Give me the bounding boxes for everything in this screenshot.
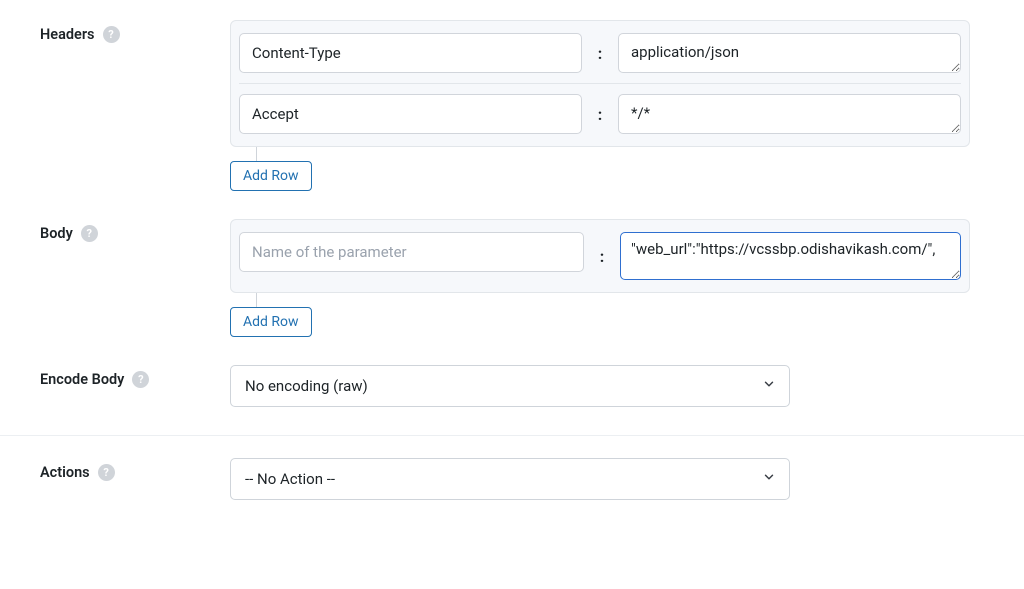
- add-body-row-button[interactable]: Add Row: [230, 307, 312, 337]
- headers-label: Headers: [40, 26, 95, 43]
- encode-body-section: Encode Body ? No encoding (raw): [40, 365, 984, 407]
- actions-field-col: -- No Action --: [230, 458, 970, 500]
- body-label: Body: [40, 225, 73, 242]
- help-icon[interactable]: ?: [81, 225, 98, 242]
- header-key-input[interactable]: [239, 33, 582, 73]
- header-row: : application/json: [239, 29, 961, 77]
- body-field-col: : "web_url":"https://vcssbp.odishavikash…: [230, 219, 970, 337]
- encode-body-select[interactable]: No encoding (raw): [230, 365, 790, 407]
- add-header-row-button[interactable]: Add Row: [230, 161, 312, 191]
- headers-panel: : application/json : */*: [230, 20, 970, 147]
- headers-section: Headers ? : application/json : */* Add R…: [40, 20, 984, 191]
- body-label-col: Body ?: [40, 219, 230, 242]
- headers-label-col: Headers ?: [40, 20, 230, 43]
- actions-select-wrap: -- No Action --: [230, 458, 790, 500]
- body-add-row-area: Add Row: [230, 293, 970, 337]
- actions-label: Actions: [40, 464, 90, 481]
- body-value-textarea[interactable]: "web_url":"https://vcssbp.odishavikash.c…: [620, 232, 961, 280]
- body-row: : "web_url":"https://vcssbp.odishavikash…: [239, 228, 961, 284]
- help-icon[interactable]: ?: [103, 26, 120, 43]
- help-icon[interactable]: ?: [98, 464, 115, 481]
- header-value-textarea[interactable]: application/json: [618, 33, 961, 73]
- colon-separator: :: [592, 94, 608, 134]
- body-panel: : "web_url":"https://vcssbp.odishavikash…: [230, 219, 970, 293]
- body-key-input[interactable]: [239, 232, 584, 272]
- section-divider: [0, 435, 1024, 436]
- header-key-input[interactable]: [239, 94, 582, 134]
- headers-add-row-area: Add Row: [230, 147, 970, 191]
- body-section: Body ? : "web_url":"https://vcssbp.odish…: [40, 219, 984, 337]
- headers-field-col: : application/json : */* Add Row: [230, 20, 970, 191]
- encode-body-field-col: No encoding (raw): [230, 365, 970, 407]
- colon-separator: :: [594, 232, 610, 280]
- colon-separator: :: [592, 33, 608, 73]
- help-icon[interactable]: ?: [132, 371, 149, 388]
- header-value-textarea[interactable]: */*: [618, 94, 961, 134]
- encode-body-label: Encode Body: [40, 371, 124, 388]
- actions-section: Actions ? -- No Action --: [40, 458, 984, 500]
- connector-line: [256, 293, 257, 307]
- actions-label-col: Actions ?: [40, 458, 230, 481]
- header-row: : */*: [239, 83, 961, 138]
- actions-select[interactable]: -- No Action --: [230, 458, 790, 500]
- encode-body-label-col: Encode Body ?: [40, 365, 230, 388]
- encode-body-select-wrap: No encoding (raw): [230, 365, 790, 407]
- connector-line: [256, 147, 257, 161]
